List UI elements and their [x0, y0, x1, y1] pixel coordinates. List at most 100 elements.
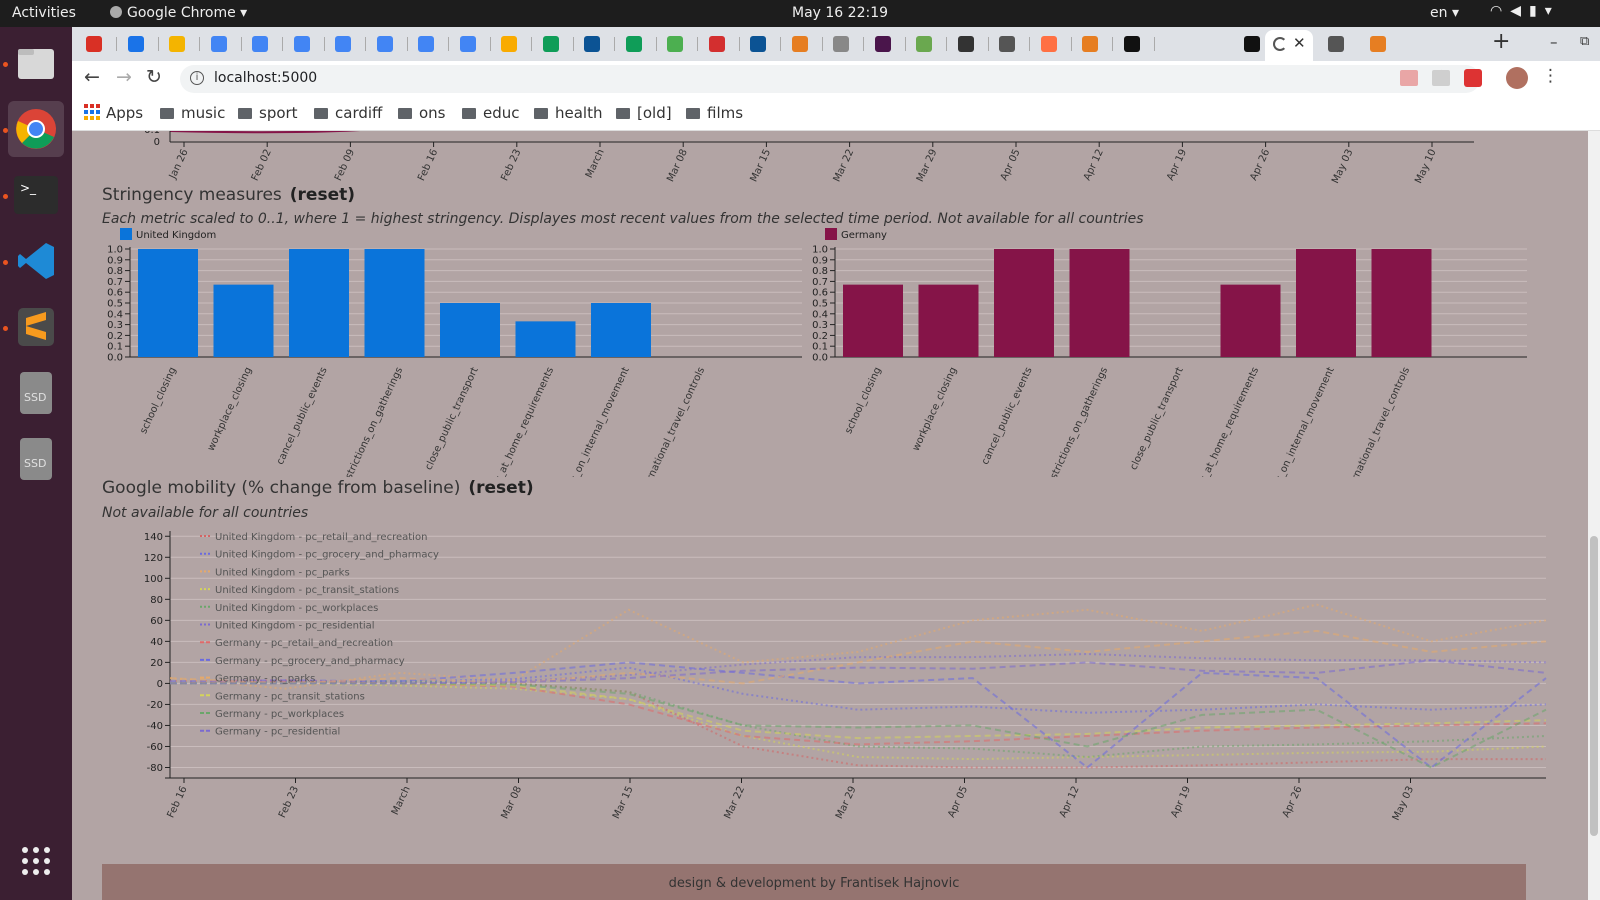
tab-favicon[interactable]: [791, 36, 808, 52]
uk-x-tick-label: workplace_closing: [206, 366, 255, 453]
chrome-icon[interactable]: [8, 101, 64, 157]
more-menu-icon[interactable]: ⋮: [1542, 66, 1559, 86]
bookmark-folder-health[interactable]: health: [534, 104, 602, 122]
tab-favicon[interactable]: [127, 36, 144, 52]
de-x-tick-label: restrictions_on_gatherings: [1044, 366, 1110, 477]
tab-favicon[interactable]: [874, 36, 891, 52]
mobility-series-line: [169, 666, 1547, 714]
svg-text:SSD: SSD: [24, 391, 46, 404]
stringency-reset-link[interactable]: (reset): [290, 185, 355, 205]
tab-divider: [1153, 37, 1155, 51]
info-icon[interactable]: i: [190, 71, 204, 85]
reload-button[interactable]: ↻: [146, 66, 162, 88]
uk-y-tick-label: 1.0: [107, 245, 123, 256]
bookmark-folder-educ[interactable]: educ: [462, 104, 520, 122]
de-x-tick-label: workplace_closing: [911, 366, 960, 453]
mobility-x-tick-label: Feb 23: [277, 785, 301, 820]
tab-divider: [489, 37, 491, 51]
tab-favicon[interactable]: [1328, 36, 1344, 52]
uk-x-tick-label: stay_at_home_requirements: [486, 366, 556, 477]
de-y-tick-label: 0.6: [812, 288, 828, 299]
tab-favicon[interactable]: [750, 36, 766, 52]
extension-icon[interactable]: [1464, 69, 1482, 87]
tab-favicon[interactable]: [542, 36, 559, 52]
show-applications-icon[interactable]: [8, 833, 64, 889]
de-bar: [918, 284, 979, 357]
address-bar[interactable]: i localhost:5000 ⚲ ☆: [180, 65, 1480, 93]
tab-favicon[interactable]: [1370, 36, 1386, 52]
tab-favicon[interactable]: [916, 36, 932, 52]
tab-favicon[interactable]: [1040, 36, 1057, 52]
activities-button[interactable]: Activities: [12, 5, 76, 21]
vscode-icon[interactable]: [8, 233, 64, 289]
tab-favicon[interactable]: [999, 36, 1015, 52]
tab-favicon[interactable]: [833, 36, 849, 52]
app-menu[interactable]: Google Chrome ▾: [110, 5, 247, 21]
tab-divider: [821, 37, 823, 51]
tab-favicon[interactable]: [293, 36, 310, 52]
tab-divider: [199, 37, 200, 51]
bookmark-folder-old[interactable]: [old]: [616, 104, 672, 122]
tab-favicon[interactable]: [501, 36, 517, 52]
tab-favicon[interactable]: [86, 36, 102, 52]
stringency-section-title: Stringency measures (reset): [102, 185, 355, 205]
mobility-legend-label: United Kingdom - pc_transit_stations: [215, 585, 399, 596]
back-button[interactable]: ←: [84, 66, 100, 88]
terminal-icon[interactable]: >_: [8, 167, 64, 223]
de-y-tick-label: 0.3: [812, 320, 828, 331]
system-tray[interactable]: ◠◀▮▾: [1490, 3, 1560, 19]
new-tab-button[interactable]: +: [1492, 29, 1510, 54]
restore-window-button[interactable]: ⧉: [1580, 34, 1589, 49]
language-indicator[interactable]: en ▾: [1430, 5, 1459, 21]
tab-favicon[interactable]: [418, 36, 434, 52]
uk-bar: [440, 303, 500, 357]
mobility-legend-label: Germany - pc_transit_stations: [215, 691, 365, 702]
tab-favicon[interactable]: [708, 36, 725, 52]
bookmark-folder-sport[interactable]: sport: [238, 104, 298, 122]
timeline-x-tick-label: Mar 29: [915, 148, 940, 184]
tab-favicon[interactable]: [667, 36, 683, 52]
close-tab-icon[interactable]: ✕: [1293, 34, 1306, 52]
tab-favicon[interactable]: [584, 36, 600, 52]
tab-favicon[interactable]: [625, 36, 642, 52]
bookmark-apps[interactable]: Apps: [84, 104, 143, 122]
mobility-reset-link[interactable]: (reset): [468, 478, 533, 498]
svg-text:SSD: SSD: [24, 457, 46, 470]
tab-favicon[interactable]: [1082, 36, 1098, 52]
clock[interactable]: May 16 22:19: [792, 5, 888, 21]
stringency-subtitle: Each metric scaled to 0..1, where 1 = hi…: [102, 211, 1144, 227]
tab-favicon[interactable]: [459, 36, 476, 52]
tab-favicon[interactable]: [1244, 36, 1260, 52]
minimize-window-button[interactable]: –: [1550, 33, 1558, 51]
ssd-drive-icon[interactable]: SSD: [8, 365, 64, 421]
tab-favicon[interactable]: [169, 36, 185, 52]
page-scrollbar[interactable]: [1588, 131, 1600, 900]
tab-favicon[interactable]: [252, 36, 268, 52]
de-y-tick-label: 0.2: [812, 331, 828, 342]
ssd-drive-icon[interactable]: SSD: [8, 431, 64, 487]
sublime-text-icon[interactable]: [8, 299, 64, 355]
de-x-tick-label: close_public_transport: [1128, 366, 1185, 472]
de-legend-label: Germany: [841, 230, 887, 241]
mobility-y-tick-label: 40: [150, 637, 163, 648]
bookmark-folder-ons[interactable]: ons: [398, 104, 446, 122]
bookmark-folder-cardiff[interactable]: cardiff: [314, 104, 382, 122]
mobility-series-line: [169, 679, 1546, 769]
tab-favicon[interactable]: [335, 36, 351, 52]
tab-favicon[interactable]: [1123, 36, 1140, 52]
bookmark-label: sport: [259, 104, 298, 122]
active-tab[interactable]: ✕: [1265, 30, 1313, 61]
bookmark-folder-films[interactable]: films: [686, 104, 743, 122]
tab-favicon[interactable]: [376, 36, 393, 52]
uk-y-tick-label: 0.4: [107, 309, 123, 320]
extension-icon[interactable]: [1432, 70, 1450, 86]
bookmark-folder-music[interactable]: music: [160, 104, 225, 122]
tab-favicon[interactable]: [957, 36, 974, 52]
avatar[interactable]: [1506, 67, 1528, 89]
mobility-y-tick-label: 20: [150, 658, 163, 669]
scrollbar-thumb[interactable]: [1590, 536, 1598, 836]
files-icon[interactable]: [8, 35, 64, 91]
forward-button[interactable]: →: [116, 66, 132, 88]
tab-favicon[interactable]: [210, 36, 227, 52]
extension-icon[interactable]: [1400, 70, 1418, 86]
